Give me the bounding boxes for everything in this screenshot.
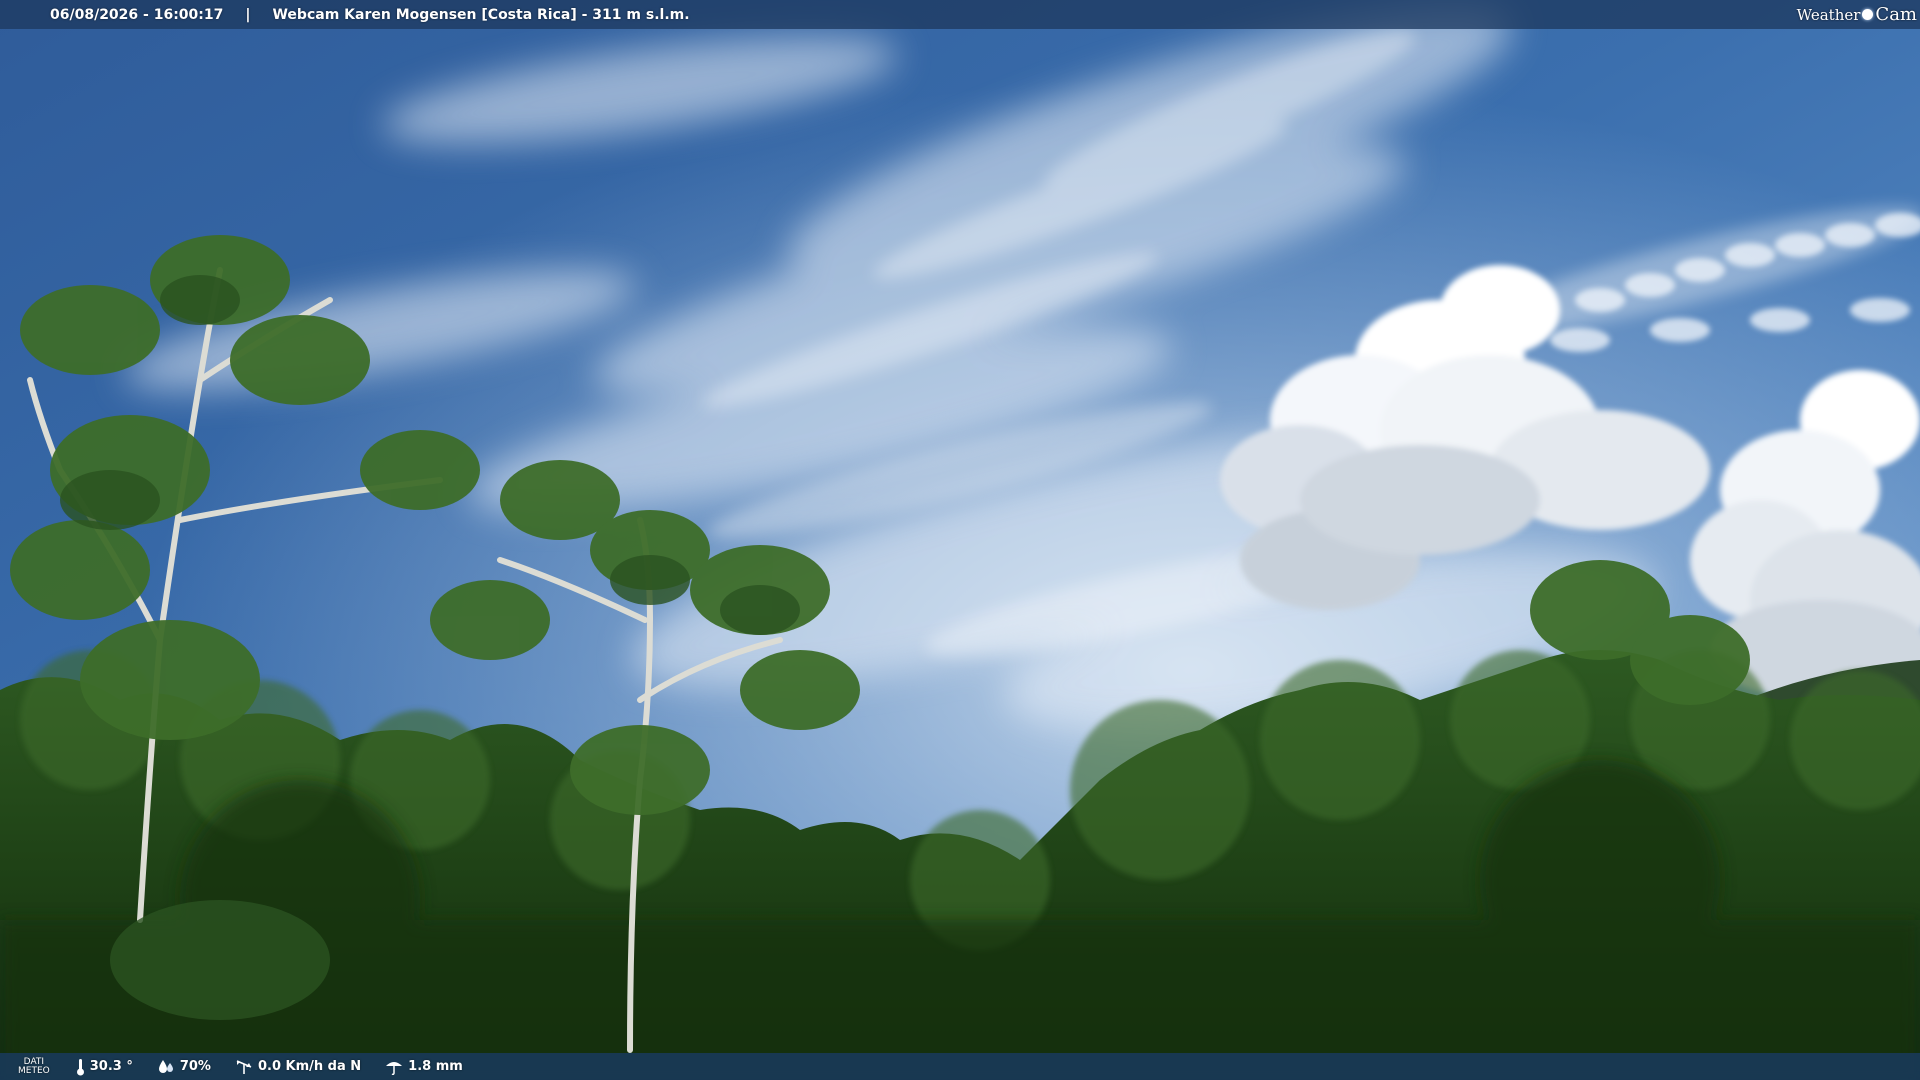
rain-readout: 1.8 mm — [385, 1059, 463, 1075]
thermometer-icon — [76, 1058, 84, 1075]
humidity-value: 70% — [179, 1059, 211, 1074]
temperature-value: 30.3 ° — [89, 1059, 133, 1074]
datetime-label: 06/08/2026 - 16:00:17 — [50, 6, 224, 23]
webcam-frame: 06/08/2026 - 16:00:17 | Webcam Karen Mog… — [0, 0, 1920, 1080]
webcam-image — [0, 0, 1920, 1080]
rain-icon — [386, 1061, 403, 1075]
weather-data-bar: DATI METEO 30.3 ° 70% 0.0 Km/h da N 1.8 … — [0, 1053, 1920, 1080]
weather-data-label-line2: METEO — [18, 1065, 50, 1076]
weathercam-logo[interactable]: Weather Cam — [1797, 0, 1920, 29]
webcam-title: Webcam Karen Mogensen [Costa Rica] - 311… — [272, 6, 690, 23]
wind-value: 0.0 Km/h da N — [257, 1059, 362, 1074]
separator: | — [245, 6, 251, 23]
top-info-bar: 06/08/2026 - 16:00:17 | Webcam Karen Mog… — [0, 0, 1920, 29]
weather-data-label: DATI METEO — [18, 1057, 50, 1076]
rain-value: 1.8 mm — [408, 1059, 463, 1074]
droplet-icon — [158, 1059, 173, 1073]
brand-word-cam: Cam — [1875, 4, 1917, 25]
brand-word-weather: Weather — [1796, 5, 1861, 24]
temperature-readout: 30.3 ° — [76, 1058, 133, 1076]
sun-icon — [1862, 9, 1874, 20]
humidity-readout: 70% — [157, 1059, 211, 1075]
wind-readout: 0.0 Km/h da N — [235, 1058, 361, 1075]
wind-vane-icon — [236, 1060, 252, 1074]
